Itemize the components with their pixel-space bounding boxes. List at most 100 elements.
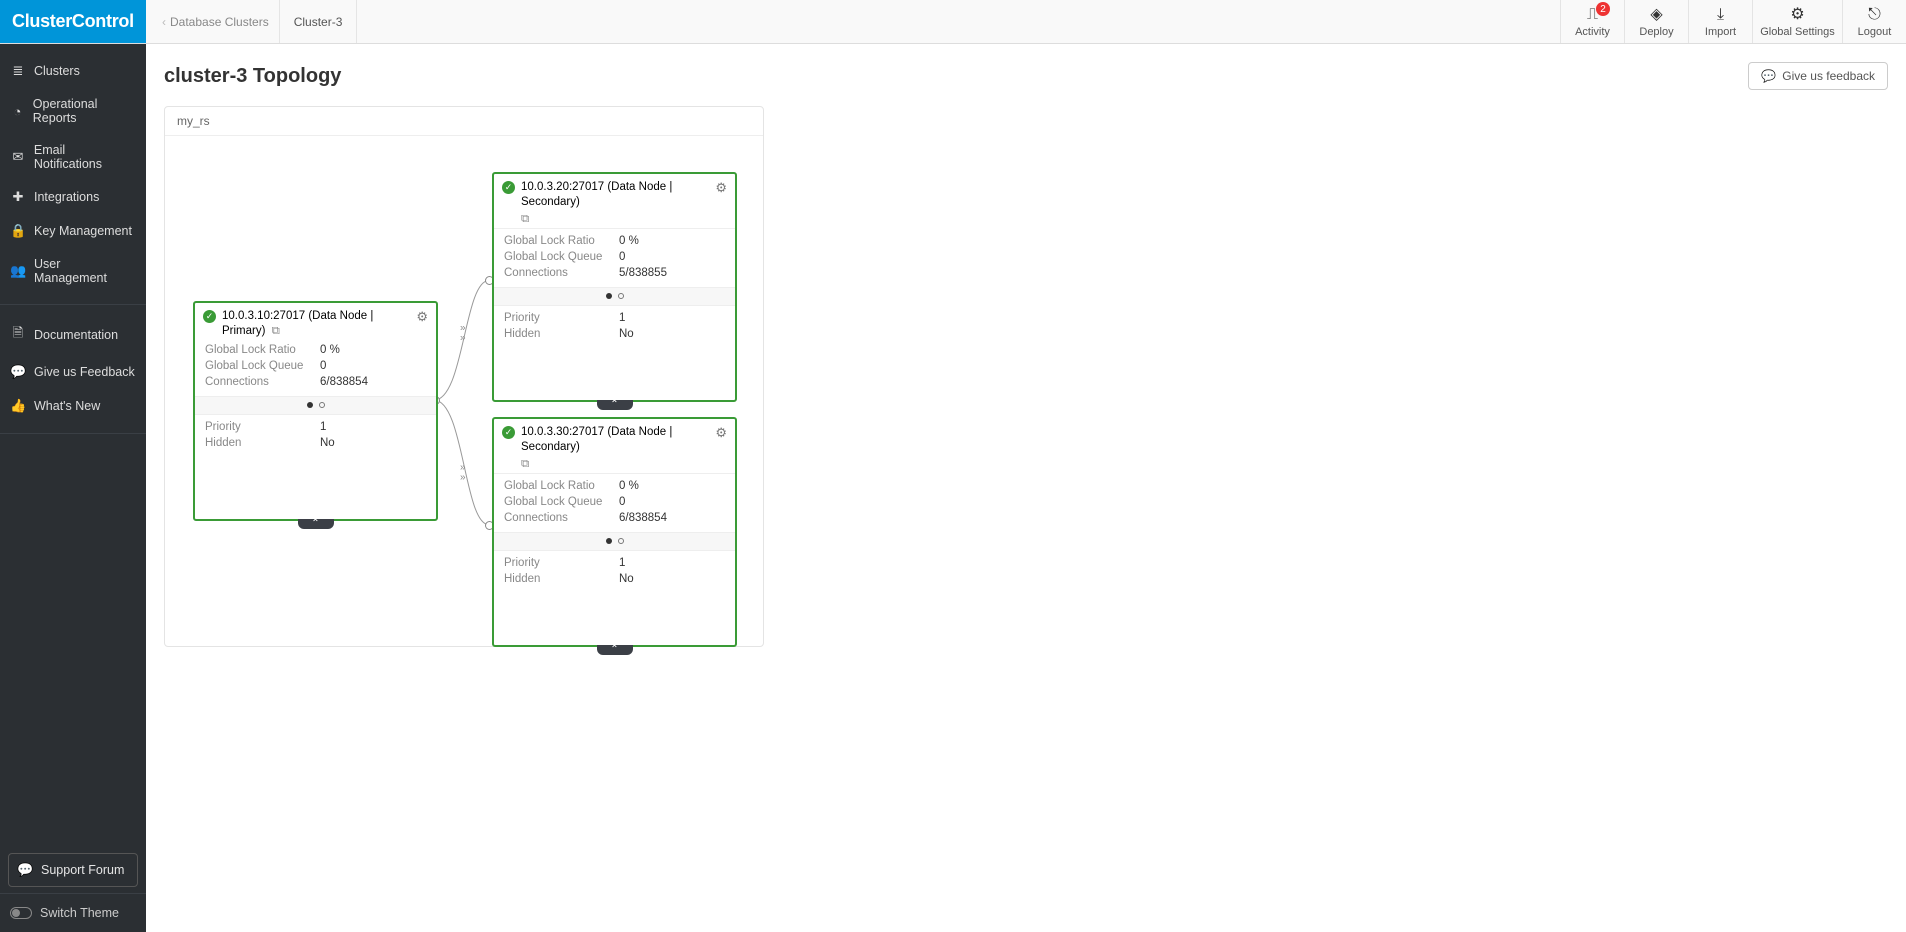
logout-label: Logout xyxy=(1858,26,1892,38)
status-ok-icon: ✓ xyxy=(502,426,515,439)
node-pager[interactable] xyxy=(195,396,436,414)
sidebar-item-secondary-2[interactable]: 👍What's New xyxy=(0,389,146,423)
collapse-handle[interactable]: ⌃ xyxy=(597,400,633,410)
value: 6/838854 xyxy=(619,512,667,524)
give-us-feedback-button[interactable]: 💬 Give us feedback xyxy=(1748,62,1888,90)
node-secondary-2[interactable]: ✓ 10.0.3.30:27017 (Data Node | Secondary… xyxy=(492,417,737,647)
sidebar-item-label: Documentation xyxy=(34,328,118,342)
topbar: ClusterControl ‹ Database Clusters Clust… xyxy=(0,0,1906,44)
sidebar-item-secondary-0[interactable]: 🗎 Documentation xyxy=(0,315,146,355)
status-ok-icon: ✓ xyxy=(203,310,216,323)
sidebar-primary-group: ≣ Clusters ◔Operational Reports ✉ Email Noti… xyxy=(0,44,146,305)
external-link-icon[interactable]: ⧉ xyxy=(521,458,529,470)
feedback-label: Give us feedback xyxy=(1782,69,1875,83)
svg-text:»: » xyxy=(460,472,466,483)
svg-text:»: » xyxy=(460,332,466,343)
breadcrumb-current: Cluster-3 xyxy=(280,0,358,43)
page-title: cluster-3 Topology xyxy=(164,65,341,88)
sidebar-icon: ≣ xyxy=(10,63,26,79)
status-ok-icon: ✓ xyxy=(502,181,515,194)
global-settings-button[interactable]: ⚙ Global Settings xyxy=(1752,0,1842,43)
label: Global Lock Ratio xyxy=(504,235,609,247)
global-settings-label: Global Settings xyxy=(1760,26,1835,38)
sidebar-item-primary-3[interactable]: ✚Integrations xyxy=(0,180,146,214)
chat-icon: 💬 xyxy=(17,862,33,878)
label: Connections xyxy=(504,512,609,524)
sidebar-item-primary-0[interactable]: ≣ Clusters xyxy=(0,54,146,88)
node-pager[interactable] xyxy=(494,287,735,305)
sidebar-item-label: Operational Reports xyxy=(33,97,136,125)
label: Priority xyxy=(504,312,609,324)
collapse-handle[interactable]: ⌃ xyxy=(597,645,633,655)
sidebar-item-label: Give us Feedback xyxy=(34,365,135,379)
brand-logo[interactable]: ClusterControl xyxy=(0,0,146,43)
logout-icon: ⎋ xyxy=(1868,7,1881,23)
value: 0 % xyxy=(320,344,340,356)
support-forum-button[interactable]: 💬 Support Forum xyxy=(8,853,138,887)
sidebar-item-secondary-1[interactable]: 💬Give us Feedback xyxy=(0,355,146,389)
sidebar-item-label: Email Notifications xyxy=(34,143,136,171)
breadcrumb-parent-label: Database Clusters xyxy=(170,15,269,29)
sidebar-item-primary-4[interactable]: 🔒 Key Management xyxy=(0,214,146,248)
deploy-button[interactable]: ◈ Deploy xyxy=(1624,0,1688,43)
value: 0 % xyxy=(619,480,639,492)
logout-button[interactable]: ⎋ Logout xyxy=(1842,0,1906,43)
label: Global Lock Ratio xyxy=(504,480,609,492)
node-primary[interactable]: ✓ 10.0.3.10:27017 (Data Node | Primary) … xyxy=(193,301,438,521)
speech-bubble-icon: 💬 xyxy=(1761,69,1776,83)
activity-button[interactable]: ⎍ 2 Activity xyxy=(1560,0,1624,43)
support-forum-label: Support Forum xyxy=(41,863,124,877)
label: Priority xyxy=(504,557,609,569)
node-title: 10.0.3.20:27017 (Data Node | Secondary) xyxy=(521,180,709,210)
collapse-handle[interactable]: ⌃ xyxy=(298,519,334,529)
sidebar: ≣ Clusters ◔Operational Reports ✉ Email Noti… xyxy=(0,44,146,932)
value: 1 xyxy=(619,557,625,569)
sidebar-item-label: Integrations xyxy=(34,190,99,204)
sidebar-icon: 🔒 xyxy=(10,223,26,239)
import-button[interactable]: ⤓ Import xyxy=(1688,0,1752,43)
gear-icon: ⚙ xyxy=(1790,7,1804,23)
sidebar-icon: 👥 xyxy=(10,263,26,279)
value: 5/838855 xyxy=(619,267,667,279)
sidebar-item-label: What's New xyxy=(34,399,100,413)
stack-icon: ◈ xyxy=(1650,7,1662,23)
import-label: Import xyxy=(1705,26,1736,38)
node-pager[interactable] xyxy=(494,532,735,550)
label: Priority xyxy=(205,421,310,433)
value: No xyxy=(619,573,634,585)
topology-canvas: » » » » ✓ 10.0.3.10:27017 (Data Node | P… xyxy=(165,136,763,646)
node-secondary-1[interactable]: ✓ 10.0.3.20:27017 (Data Node | Secondary… xyxy=(492,172,737,402)
sidebar-item-primary-5[interactable]: 👥User Management xyxy=(0,248,146,294)
toggle-icon xyxy=(10,907,32,919)
node-actions-gear-icon[interactable]: ⚙ xyxy=(715,180,727,196)
node-actions-gear-icon[interactable]: ⚙ xyxy=(715,425,727,441)
value: 0 % xyxy=(619,235,639,247)
content-area: cluster-3 Topology 💬 Give us feedback my… xyxy=(146,44,1906,932)
label: Hidden xyxy=(205,437,310,449)
label: Global Lock Queue xyxy=(504,496,609,508)
sidebar-item-label: Key Management xyxy=(34,224,132,238)
value: No xyxy=(320,437,335,449)
external-link-icon[interactable]: ⧉ xyxy=(521,213,529,225)
label: Connections xyxy=(205,376,310,388)
topology-panel: my_rs » » » » ✓ xyxy=(164,106,764,647)
label: Hidden xyxy=(504,573,609,585)
activity-label: Activity xyxy=(1575,26,1610,38)
label: Global Lock Ratio xyxy=(205,344,310,356)
external-link-icon[interactable]: ⧉ xyxy=(272,325,280,337)
sidebar-item-primary-2[interactable]: ✉ Email Notifications xyxy=(0,134,146,180)
sidebar-icon: ✉ xyxy=(10,149,26,165)
node-actions-gear-icon[interactable]: ⚙ xyxy=(416,309,428,325)
import-icon: ⤓ xyxy=(1717,7,1724,23)
switch-theme-toggle[interactable]: Switch Theme xyxy=(0,893,146,932)
chevron-left-icon: ‹ xyxy=(162,15,166,29)
sidebar-icon: 🗎 xyxy=(10,324,26,346)
svg-text:»: » xyxy=(460,322,466,333)
breadcrumb-parent[interactable]: ‹ Database Clusters xyxy=(152,0,280,43)
value: 0 xyxy=(619,251,625,263)
sidebar-item-label: Clusters xyxy=(34,64,80,78)
sidebar-item-primary-1[interactable]: ◔Operational Reports xyxy=(0,88,146,134)
value: 0 xyxy=(320,360,326,372)
value: No xyxy=(619,328,634,340)
svg-text:»: » xyxy=(460,462,466,473)
